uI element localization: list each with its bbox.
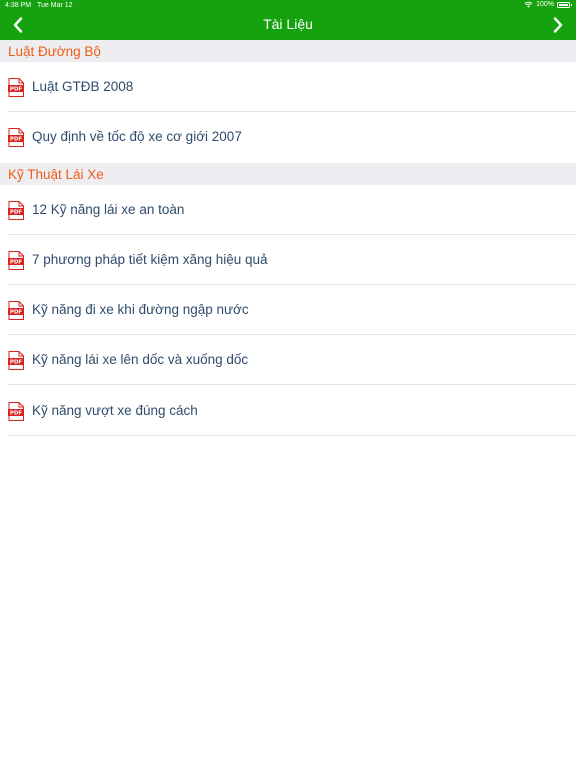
pdf-icon-label: PDF <box>10 210 23 216</box>
list-item[interactable]: PDF Luật GTĐB 2008 <box>0 62 576 112</box>
pdf-icon: PDF <box>8 301 24 320</box>
list-item-label: Kỹ năng đi xe khi đường ngập nước <box>32 302 249 317</box>
status-time: 4:38 PM <box>5 2 32 9</box>
status-indicators: 100% <box>524 1 572 8</box>
section-title: Kỹ Thuật Lái Xe <box>8 167 104 182</box>
forward-button[interactable] <box>548 14 568 36</box>
pdf-icon: PDF <box>8 201 24 220</box>
list-item[interactable]: PDF 7 phương pháp tiết kiệm xăng hiệu qu… <box>0 235 576 285</box>
list-item[interactable]: PDF Quy định về tốc độ xe cơ giới 2007 <box>0 112 576 162</box>
divider <box>8 435 576 436</box>
pdf-icon-label: PDF <box>10 87 23 93</box>
list-item-label: 12 Kỹ năng lái xe an toàn <box>32 202 185 217</box>
pdf-icon: PDF <box>8 402 24 421</box>
section-header-luat-duong-bo: Luật Đường Bộ <box>0 40 576 62</box>
pdf-icon-label: PDF <box>10 137 23 143</box>
chevron-right-icon <box>553 17 563 33</box>
pdf-icon: PDF <box>8 78 24 97</box>
pdf-icon: PDF <box>8 251 24 270</box>
divider <box>8 384 576 385</box>
pdf-icon-label: PDF <box>10 411 23 417</box>
section-header-ky-thuat-lai-xe: Kỹ Thuật Lái Xe <box>0 163 576 185</box>
list-item-label: Kỹ năng lái xe lên dốc và xuống dốc <box>32 352 249 367</box>
status-date: Tue Mar 12 <box>37 2 73 9</box>
list-item-label: Luật GTĐB 2008 <box>32 79 134 94</box>
navigation-bar: 4:38 PM Tue Mar 12 100% Tài Liệu <box>0 0 576 40</box>
list-item[interactable]: PDF Kỹ năng vượt xe đúng cách <box>0 386 576 436</box>
list-item-label: Kỹ năng vượt xe đúng cách <box>32 403 198 418</box>
battery-icon <box>557 1 572 8</box>
page-title: Tài Liệu <box>263 16 313 32</box>
list-item[interactable]: PDF Kỹ năng lái xe lên dốc và xuống dốc <box>0 335 576 385</box>
list-item-label: Quy định về tốc độ xe cơ giới 2007 <box>32 129 242 144</box>
pdf-icon: PDF <box>8 128 24 147</box>
pdf-icon-label: PDF <box>10 310 23 316</box>
pdf-icon-label: PDF <box>10 260 23 266</box>
list-item[interactable]: PDF 12 Kỹ năng lái xe an toàn <box>0 185 576 235</box>
wifi-icon <box>524 1 533 8</box>
pdf-icon: PDF <box>8 351 24 370</box>
pdf-icon-label: PDF <box>10 360 23 366</box>
section-title: Luật Đường Bộ <box>8 44 101 59</box>
list-item[interactable]: PDF Kỹ năng đi xe khi đường ngập nước <box>0 285 576 335</box>
status-bar: 4:38 PM Tue Mar 12 100% <box>0 0 576 12</box>
battery-percent: 100% <box>536 1 554 8</box>
list-item-label: 7 phương pháp tiết kiệm xăng hiệu quả <box>32 252 268 267</box>
